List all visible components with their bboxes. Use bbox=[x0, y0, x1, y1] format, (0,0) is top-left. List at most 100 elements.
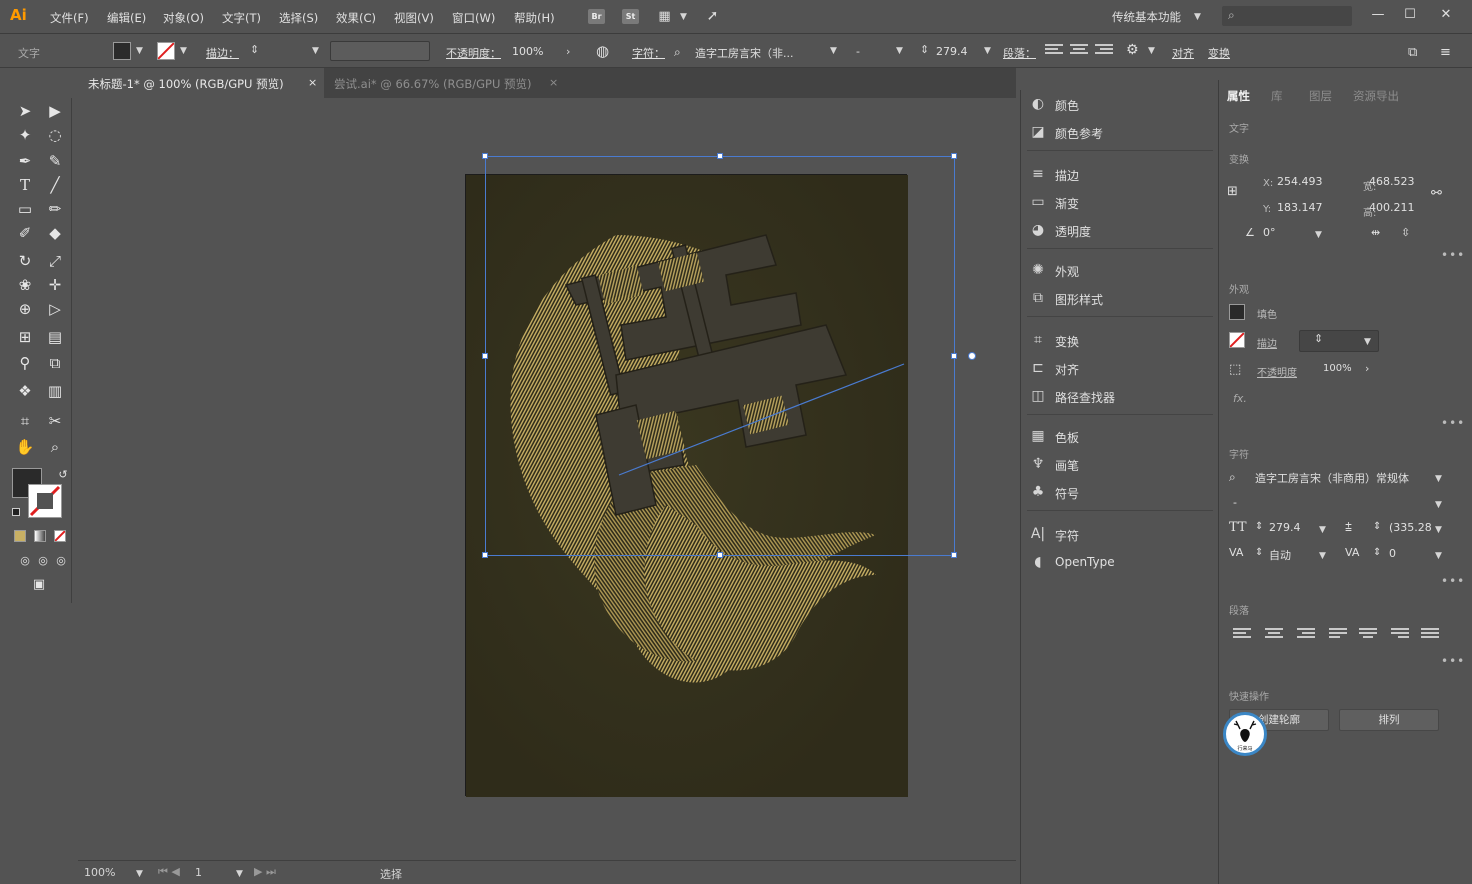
screen-mode-icon[interactable]: ▣ bbox=[28, 574, 50, 596]
align-left-icon[interactable] bbox=[1045, 44, 1063, 58]
stepper-icon[interactable]: ⇕ bbox=[1373, 521, 1381, 532]
selection-bounding-box[interactable] bbox=[482, 153, 976, 558]
scale-tool-icon[interactable]: ⤢ bbox=[44, 250, 66, 272]
arrange-button[interactable]: 排列 bbox=[1339, 709, 1439, 731]
chevron-down-icon[interactable]: ▼ bbox=[984, 46, 991, 56]
lasso-tool-icon[interactable]: ◌ bbox=[44, 124, 66, 146]
panel-brushes[interactable]: ♆ 画笔 bbox=[1027, 452, 1213, 476]
artboard-number-field[interactable]: 1 bbox=[195, 866, 202, 879]
font-style-field[interactable]: - bbox=[856, 45, 860, 58]
tab-try-ai[interactable]: 尝试.ai* @ 66.67% (RGB/GPU 预览) × bbox=[324, 68, 560, 98]
align-right-icon[interactable] bbox=[1297, 628, 1315, 642]
eyedropper-tool-icon[interactable]: ⚲ bbox=[14, 352, 36, 374]
reference-point-icon[interactable]: ⊞ bbox=[1227, 184, 1238, 199]
constrain-proportions-icon[interactable]: ⚯ bbox=[1431, 186, 1442, 201]
transform-link[interactable]: 变换 bbox=[1208, 45, 1230, 61]
stepper-icon[interactable]: ⇕ bbox=[250, 43, 259, 56]
chevron-down-icon[interactable]: ▼ bbox=[1148, 46, 1155, 56]
stroke-label[interactable]: 描边： bbox=[206, 45, 239, 61]
warp-tool-icon[interactable]: ❀ bbox=[14, 274, 36, 296]
none-mode-icon[interactable] bbox=[54, 530, 66, 542]
workspace-switcher[interactable]: 传统基本功能 bbox=[1112, 9, 1181, 25]
menu-window[interactable]: 窗口(W) bbox=[452, 10, 495, 26]
chevron-down-icon[interactable]: ▼ bbox=[1435, 500, 1442, 510]
graph-tool-icon[interactable]: ▥ bbox=[44, 380, 66, 402]
panel-menu-icon[interactable]: ≡ bbox=[1440, 45, 1451, 60]
panel-pathfinder[interactable]: ◫ 路径查找器 bbox=[1027, 384, 1213, 408]
rocket-icon[interactable]: ➚ bbox=[704, 9, 721, 24]
justify-center-icon[interactable] bbox=[1359, 628, 1377, 642]
more-options-icon[interactable]: ••• bbox=[1441, 416, 1465, 430]
more-options-icon[interactable]: ••• bbox=[1441, 654, 1465, 668]
stepper-icon[interactable]: ⇕ bbox=[1255, 521, 1263, 532]
default-colors-icon[interactable] bbox=[12, 508, 20, 516]
justify-left-icon[interactable] bbox=[1329, 628, 1347, 642]
search-input[interactable]: ⌕ bbox=[1222, 6, 1352, 26]
character-label[interactable]: 字符： bbox=[632, 45, 665, 61]
chevron-down-icon[interactable]: ▼ bbox=[1435, 525, 1442, 535]
recolor-icon[interactable]: ◍ bbox=[596, 42, 609, 60]
gradient-mode-icon[interactable] bbox=[34, 530, 46, 542]
resize-handle[interactable] bbox=[482, 353, 488, 359]
menu-help[interactable]: 帮助(H) bbox=[514, 10, 555, 26]
type-out-port[interactable] bbox=[968, 352, 976, 360]
justify-all-icon[interactable] bbox=[1421, 628, 1439, 642]
stroke-color-box[interactable] bbox=[28, 484, 62, 518]
font-family-field[interactable]: 造字工房言宋（非商用）常规体 bbox=[1255, 470, 1409, 486]
menu-type[interactable]: 文字(T) bbox=[222, 10, 261, 26]
pen-tool-icon[interactable]: ✒ bbox=[14, 150, 36, 172]
perspective-grid-tool-icon[interactable]: ▷ bbox=[44, 298, 66, 320]
chevron-down-icon[interactable]: ▼ bbox=[136, 46, 143, 56]
resize-handle[interactable] bbox=[482, 153, 488, 159]
magic-wand-tool-icon[interactable]: ✦ bbox=[14, 124, 36, 146]
rotate-tool-icon[interactable]: ↻ bbox=[14, 250, 36, 272]
blend-tool-icon[interactable]: ⧉ bbox=[44, 352, 66, 374]
hand-tool-icon[interactable]: ✋ bbox=[14, 436, 36, 458]
line-tool-icon[interactable]: ╱ bbox=[44, 174, 66, 196]
panel-symbols[interactable]: ♣ 符号 bbox=[1027, 480, 1213, 504]
draw-inside-icon[interactable]: ◎ bbox=[50, 550, 72, 572]
next-artboard-icon[interactable]: ▶ ⏭ bbox=[254, 865, 276, 879]
fx-button[interactable]: fx. bbox=[1233, 392, 1247, 405]
kerning-field[interactable]: 自动 bbox=[1269, 547, 1291, 563]
tab-layers[interactable]: 图层 bbox=[1309, 88, 1332, 104]
panel-gradient[interactable]: ▭ 渐变 bbox=[1027, 190, 1213, 214]
opacity-label[interactable]: 不透明度： bbox=[446, 45, 501, 61]
resize-handle[interactable] bbox=[951, 552, 957, 558]
fill-swatch[interactable] bbox=[113, 42, 131, 60]
chevron-right-icon[interactable]: › bbox=[1365, 362, 1369, 375]
align-center-icon[interactable] bbox=[1070, 44, 1088, 58]
stroke-label[interactable]: 描边 bbox=[1257, 335, 1277, 350]
panel-align[interactable]: ⊏ 对齐 bbox=[1027, 356, 1213, 380]
eraser-tool-icon[interactable]: ◆ bbox=[44, 222, 66, 244]
x-field[interactable]: 254.493 bbox=[1277, 175, 1323, 188]
chevron-down-icon[interactable]: ▼ bbox=[1194, 12, 1201, 22]
fill-swatch[interactable] bbox=[1229, 304, 1245, 320]
rotate-field[interactable]: 0° bbox=[1263, 226, 1276, 239]
stepper-icon[interactable]: ⇕ bbox=[1314, 332, 1323, 345]
shape-builder-tool-icon[interactable]: ⊕ bbox=[14, 298, 36, 320]
opacity-field[interactable]: 100% bbox=[1323, 363, 1352, 374]
chevron-down-icon[interactable]: ▼ bbox=[830, 46, 837, 56]
flip-horizontal-icon[interactable]: ⇹ bbox=[1371, 226, 1380, 239]
justify-right-icon[interactable] bbox=[1391, 628, 1409, 642]
font-size-field[interactable]: 279.4 bbox=[1269, 521, 1301, 534]
chevron-down-icon[interactable]: ▼ bbox=[312, 46, 319, 56]
close-button[interactable]: ✕ bbox=[1436, 6, 1456, 24]
swap-colors-icon[interactable]: ↺ bbox=[52, 464, 74, 486]
curvature-tool-icon[interactable]: ✎ bbox=[44, 150, 66, 172]
chevron-right-icon[interactable]: › bbox=[566, 45, 570, 58]
chevron-down-icon[interactable]: ▼ bbox=[680, 12, 687, 22]
isolate-icon[interactable]: ⧉ bbox=[1408, 45, 1417, 60]
panel-transparency[interactable]: ◕ 透明度 bbox=[1027, 218, 1213, 242]
menu-object[interactable]: 对象(O) bbox=[163, 10, 204, 26]
direct-selection-tool-icon[interactable]: ▶ bbox=[44, 100, 66, 122]
minimize-button[interactable]: — bbox=[1368, 6, 1388, 24]
height-field[interactable]: 400.211 bbox=[1369, 201, 1415, 214]
menu-edit[interactable]: 编辑(E) bbox=[107, 10, 146, 26]
shaper-tool-icon[interactable]: ✐ bbox=[14, 222, 36, 244]
zoom-tool-icon[interactable]: ⌕ bbox=[44, 436, 66, 458]
type-tool-icon[interactable]: T bbox=[14, 174, 36, 196]
gradient-tool-icon[interactable]: ▤ bbox=[44, 326, 66, 348]
chevron-down-icon[interactable]: ▼ bbox=[1364, 337, 1371, 347]
